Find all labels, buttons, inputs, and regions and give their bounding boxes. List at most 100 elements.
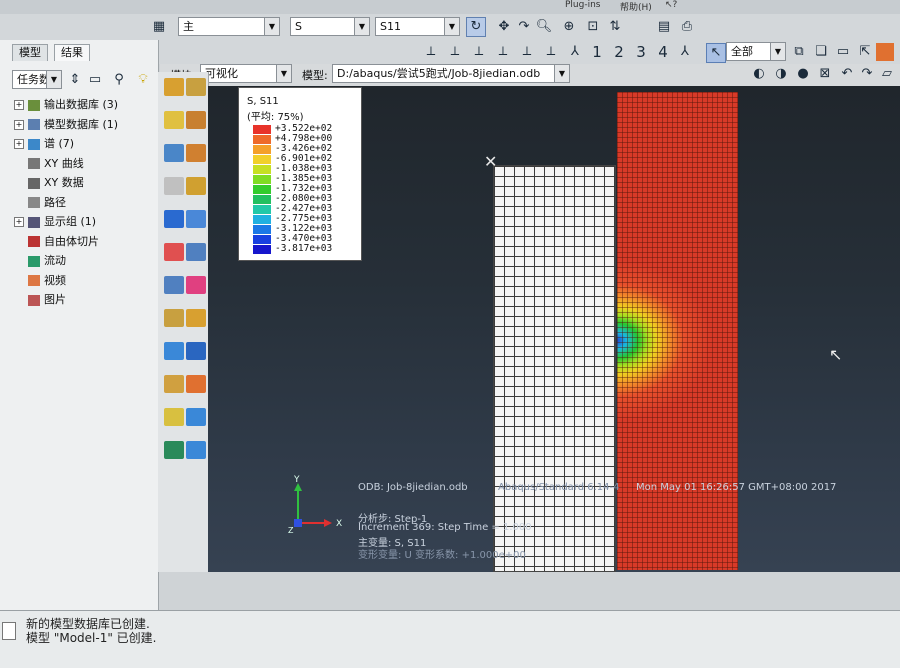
triad-icon[interactable]: ⅄ [676, 43, 694, 61]
pan-icon[interactable]: ✥ [495, 18, 513, 36]
layers-icon[interactable]: ❏ [812, 43, 830, 61]
copy-icon[interactable]: ⧉ [790, 43, 808, 61]
tree-item[interactable]: 图片 [14, 291, 66, 309]
material-icon[interactable]: ● [794, 65, 812, 83]
hint-icon[interactable]: 💡︎ [134, 71, 152, 89]
free-body-tool-icon[interactable] [164, 408, 184, 426]
tree-item[interactable]: + 模型数据库 (1) [14, 116, 118, 134]
no-lines-icon[interactable]: ⊠ [816, 65, 834, 83]
move-icon[interactable]: ⇱ [856, 43, 874, 61]
query-icon[interactable] [186, 342, 206, 360]
view-bottom-icon[interactable]: ⟂ [494, 43, 512, 61]
list-icon[interactable]: ▤ [655, 18, 673, 36]
tree-item[interactable]: XY 数据 [14, 174, 84, 192]
model-combo[interactable]: D:/abaqus/尝试5跑式/Job-8jiedian.odb ▼ [332, 64, 570, 83]
tasks-combo[interactable]: 任务数 ▼ [12, 70, 62, 89]
message-area-toggle-icon[interactable] [2, 622, 16, 640]
expander-icon[interactable]: + [14, 100, 24, 110]
chevron-down-icon[interactable]: ▼ [46, 71, 61, 88]
rotate-icon[interactable]: ↷ [515, 18, 533, 36]
chevron-down-icon[interactable]: ▼ [554, 65, 569, 82]
chevron-down-icon[interactable]: ▼ [770, 43, 785, 60]
grid-icon[interactable]: ▦ [150, 18, 168, 36]
module-combo[interactable]: 可视化 ▼ [200, 64, 292, 83]
expander-icon[interactable]: + [14, 139, 24, 149]
report-icon[interactable] [164, 342, 184, 360]
result-options-icon[interactable] [164, 243, 184, 261]
view-right-icon[interactable]: ⟂ [542, 43, 560, 61]
tree-item[interactable]: 路径 [14, 194, 66, 212]
options-icon[interactable] [186, 441, 206, 459]
stream-tool-icon[interactable] [186, 408, 206, 426]
fit-view-icon[interactable]: ⊡ [584, 18, 602, 36]
display-group-icon[interactable] [164, 375, 184, 393]
render-style-icon[interactable]: ◐ [750, 65, 768, 83]
tree-item[interactable]: 流动 [14, 252, 66, 270]
chevron-down-icon[interactable]: ▼ [264, 18, 279, 35]
perspective-icon[interactable]: ▱ [878, 65, 896, 83]
message-area[interactable]: 新的模型数据库已创建. 模型 "Model-1" 已创建. [0, 610, 900, 668]
selection-filter-combo[interactable]: 全部 ▼ [726, 42, 786, 61]
tree-item[interactable]: 自由体切片 [14, 233, 99, 251]
tab-results[interactable]: 结果 [54, 44, 90, 61]
toolbox-icon[interactable] [876, 43, 894, 61]
customize-icon[interactable] [164, 441, 184, 459]
select-pointer-icon[interactable]: ↖ [706, 43, 726, 63]
tree-item[interactable]: XY 曲线 [14, 155, 84, 173]
chevron-down-icon[interactable]: ▼ [276, 65, 291, 82]
plot-undeformed-icon[interactable] [164, 78, 184, 96]
print-icon[interactable]: ⎙ [678, 18, 696, 36]
zoom-icon[interactable]: 🔍︎ [535, 18, 553, 36]
field-output-icon[interactable] [186, 243, 206, 261]
sort-icon[interactable]: ⇕ [66, 71, 84, 89]
expander-icon[interactable]: + [14, 119, 24, 130]
plot-deformed-icon[interactable] [186, 78, 206, 96]
tree-item[interactable]: + 输出数据库 (3) [14, 96, 118, 114]
view-1-button[interactable]: 1 [588, 43, 606, 61]
probe-icon[interactable] [186, 309, 206, 327]
menu-help[interactable]: 帮助(H) [620, 0, 652, 13]
tree-item[interactable]: 视频 [14, 272, 66, 290]
view-2-button[interactable]: 2 [610, 43, 628, 61]
box-icon[interactable]: ▭ [834, 43, 852, 61]
field-output-category-combo[interactable]: 主 ▼ [178, 17, 280, 36]
mesh-part-left[interactable] [493, 165, 616, 572]
field-output-component-combo[interactable]: S11 ▼ [375, 17, 460, 36]
view-cut-icon[interactable] [164, 210, 184, 228]
view-top-icon[interactable]: ⟂ [470, 43, 488, 61]
tab-model[interactable]: 模型 [12, 44, 48, 61]
plot-symbol-icon[interactable] [186, 111, 206, 129]
animate-icon[interactable] [164, 177, 184, 195]
view-back-icon[interactable]: ⟂ [446, 43, 464, 61]
cycle-views-icon[interactable]: ⇅ [606, 18, 624, 36]
field-output-variable-combo[interactable]: S ▼ [290, 17, 370, 36]
filter-icon[interactable]: ⚲ [110, 71, 128, 89]
help-pointer-icon[interactable]: ↖? [665, 0, 677, 10]
animate-time-icon[interactable] [186, 177, 206, 195]
view-iso-icon[interactable]: ⅄ [566, 43, 584, 61]
plot-contour-icon[interactable] [164, 111, 184, 129]
view-3-button[interactable]: 3 [632, 43, 650, 61]
zoom-box-icon[interactable]: ⊕ [560, 18, 578, 36]
view-front-icon[interactable]: ⟂ [422, 43, 440, 61]
chevron-down-icon[interactable]: ▼ [444, 18, 459, 35]
plot-allowed-icon[interactable] [186, 144, 206, 162]
menu-plugins[interactable]: Plug-ins [565, 0, 601, 10]
view-4-button[interactable]: 4 [654, 43, 672, 61]
redo-view-icon[interactable]: ↷ [858, 65, 876, 83]
path-create-icon[interactable] [164, 309, 184, 327]
expander-icon[interactable]: + [14, 217, 24, 227]
xy-plot-icon[interactable] [186, 276, 206, 294]
view-left-icon[interactable]: ⟂ [518, 43, 536, 61]
tree-item[interactable]: + 显示组 (1) [14, 213, 96, 231]
folder-icon[interactable]: ▭ [86, 71, 104, 89]
create-xy-icon[interactable] [164, 276, 184, 294]
view-cut-manager-icon[interactable] [186, 210, 206, 228]
tree-item[interactable]: + 谱 (7) [14, 135, 74, 153]
refresh-icon[interactable]: ↻ [466, 17, 486, 37]
replace-icon[interactable] [186, 375, 206, 393]
undo-view-icon[interactable]: ↶ [838, 65, 856, 83]
shaded-icon[interactable]: ◑ [772, 65, 790, 83]
plot-material-icon[interactable] [164, 144, 184, 162]
chevron-down-icon[interactable]: ▼ [354, 18, 369, 35]
